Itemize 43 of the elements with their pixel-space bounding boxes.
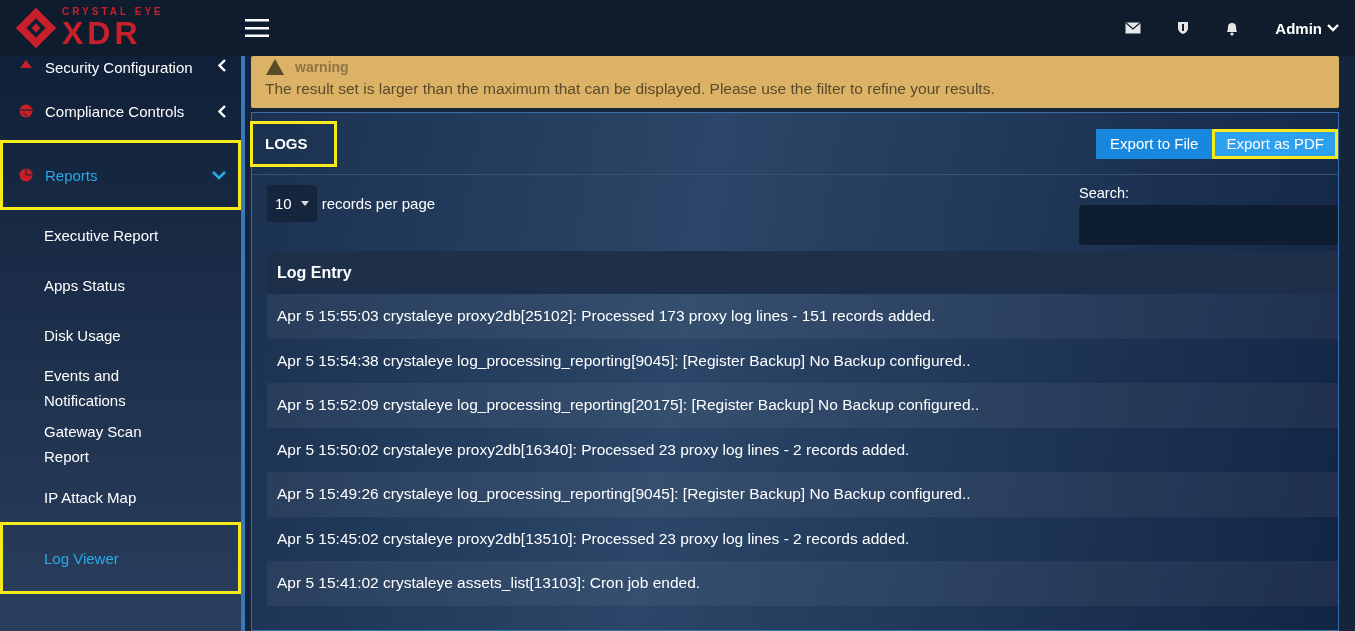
shield-icon[interactable] bbox=[1177, 21, 1190, 35]
sidebar-item[interactable]: Compliance Controls bbox=[0, 82, 241, 140]
log-entry: Apr 5 15:54:38 crystaleye log_processing_reporting[9045]: [Register Backup] No Backup configured.. bbox=[276, 350, 972, 371]
menu-icon[interactable] bbox=[245, 19, 269, 37]
sidebar-subitem[interactable]: Gateway Scan Report bbox=[0, 416, 200, 472]
caret-icon bbox=[300, 201, 309, 206]
log-entry: Apr 5 15:45:02 crystaleye proxy2db[13510]: Processed 23 proxy log lines - 2 records added. bbox=[276, 528, 911, 549]
diamond-logo-icon bbox=[14, 6, 58, 50]
bell-icon[interactable] bbox=[1225, 20, 1240, 36]
sidebar-item[interactable]: Security Configuration bbox=[0, 56, 241, 82]
globe-icon bbox=[19, 104, 33, 118]
search-field[interactable] bbox=[1079, 205, 1338, 245]
log-entry: Apr 5 15:49:26 crystaleye log_processing_reporting[9045]: [Register Backup] No Backup configured.. bbox=[267, 472, 1338, 517]
log-entry: Apr 5 15:50:02 crystaleye proxy2db[16340]: Processed 23 proxy log lines - 2 records added. bbox=[276, 439, 911, 460]
log-entry: Apr 5 15:52:09 crystaleye log_processing_reporting[20175]: [Register Backup] No Backup configured.. bbox=[267, 383, 1338, 428]
sidebar-subitem[interactable]: Events and Notifications bbox=[0, 360, 200, 416]
chevron-down-icon bbox=[1327, 24, 1339, 32]
page-size-select[interactable]: 10 bbox=[267, 185, 317, 222]
chevron-left-icon bbox=[218, 104, 226, 118]
logo-title: XDR bbox=[62, 17, 143, 49]
sidebar-subitem[interactable]: Apps Status bbox=[0, 260, 200, 310]
export-button[interactable]: Export to File bbox=[1096, 128, 1213, 159]
log-entry: Apr 5 15:55:03 crystaleye proxy2db[25102]: Processed 173 proxy log lines - 151 records added. bbox=[267, 294, 1338, 339]
sidebar-subitem[interactable]: Log Viewer bbox=[0, 522, 241, 594]
sidebar-item[interactable]: Reports bbox=[0, 140, 241, 210]
page-size-label: records per page bbox=[321, 194, 436, 212]
panel-title: LOGS bbox=[250, 120, 337, 167]
column-header: Log Entry bbox=[267, 251, 1338, 294]
user-menu[interactable]: Admin bbox=[1275, 19, 1339, 37]
sidebar-subitem[interactable]: Executive Report bbox=[0, 210, 200, 260]
sidebar-subitem[interactable]: IP Attack Map bbox=[0, 472, 200, 522]
warning-message: The result set is larger than the maximum that can be displayed. Please use the filter to refine your results. bbox=[265, 80, 996, 98]
chevron-left-icon bbox=[218, 59, 226, 72]
logo-subtitle: CRYSTAL EYE bbox=[62, 7, 164, 17]
sidebar-subitem[interactable]: Disk Usage bbox=[0, 310, 200, 360]
warning-icon bbox=[265, 58, 285, 76]
pie-chart-icon bbox=[19, 168, 33, 182]
triangle-icon bbox=[19, 59, 33, 69]
warning-title: warning bbox=[295, 59, 349, 75]
log-entry: Apr 5 15:41:02 crystaleye assets_list[13103]: Cron job ended. bbox=[267, 561, 1338, 606]
search-label: Search: bbox=[1079, 185, 1130, 201]
chevron-down-icon bbox=[212, 170, 226, 180]
envelope-icon[interactable] bbox=[1125, 22, 1142, 34]
